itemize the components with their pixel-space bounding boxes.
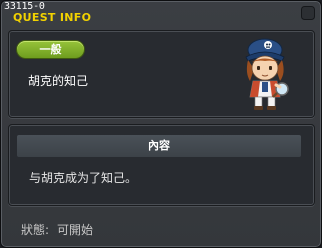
quest-info-window: 33115-0 QUEST INFO 一般 胡克的知己 內容 与胡克成为了知己。… bbox=[0, 0, 322, 248]
status-value: 可開始 bbox=[57, 223, 94, 237]
close-button[interactable] bbox=[301, 5, 315, 20]
close-icon bbox=[301, 6, 315, 20]
content-text: 与胡克成为了知己。 bbox=[29, 171, 138, 185]
window-title: QUEST INFO bbox=[13, 11, 92, 24]
npc-portrait-icon bbox=[245, 38, 289, 110]
content-header: 內容 bbox=[17, 135, 301, 157]
status-label: 狀態: bbox=[21, 223, 50, 237]
quest-status: 狀態: 可開始 bbox=[21, 221, 93, 238]
quest-content-panel: 內容 与胡克成为了知己。 bbox=[8, 124, 315, 206]
quest-summary-panel: 一般 胡克的知己 bbox=[8, 30, 315, 118]
quest-name: 胡克的知己 bbox=[28, 74, 89, 88]
quest-category-badge: 一般 bbox=[17, 41, 84, 58]
